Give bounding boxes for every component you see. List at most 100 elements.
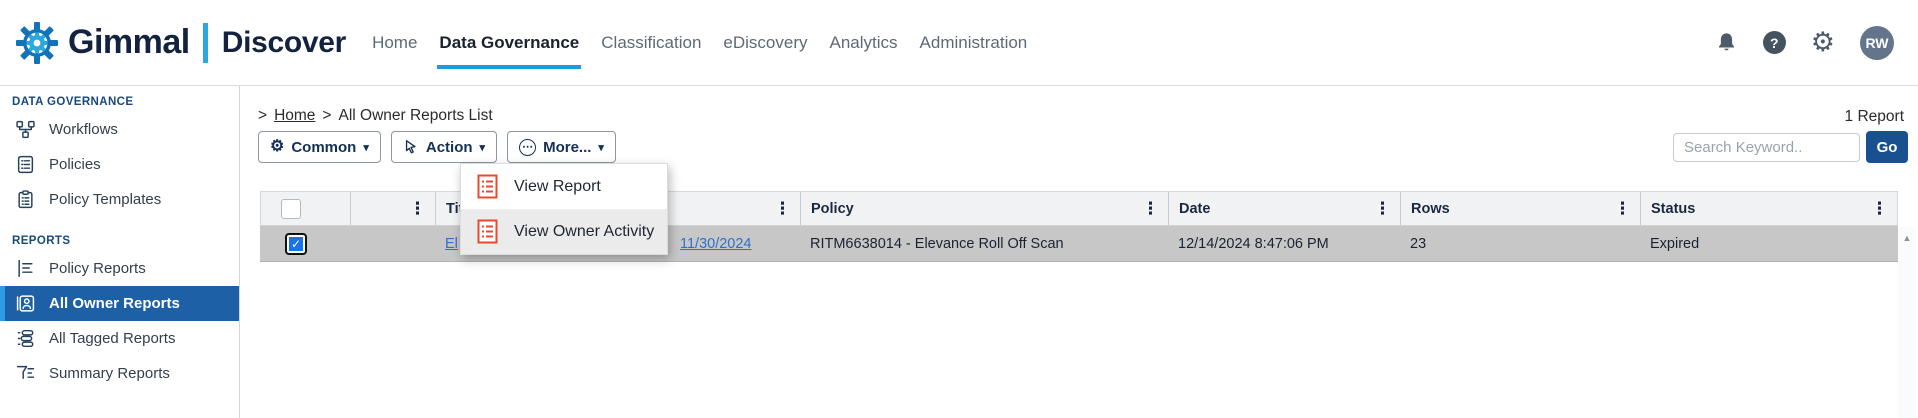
sidebar-item-label: Summary Reports — [49, 365, 170, 382]
search-input[interactable] — [1673, 133, 1860, 162]
cursor-pointer-icon — [403, 139, 419, 155]
row-cell-date: 12/14/2024 8:47:06 PM — [1168, 226, 1400, 261]
chevron-down-icon: ▾ — [363, 141, 369, 154]
gimmal-logo[interactable]: Gimmal Discover — [0, 20, 346, 66]
user-avatar[interactable]: RW — [1860, 26, 1894, 60]
report-count: 1 Report — [1845, 108, 1904, 126]
report-lines-icon — [14, 259, 36, 278]
toolbar: ⚙ Common ▾ Action ▾ ⋯ More... ▾ — [258, 131, 616, 163]
nav-home[interactable]: Home — [372, 29, 417, 57]
owner-card-icon — [14, 294, 36, 313]
select-all-checkbox[interactable] — [281, 199, 301, 219]
more-ellipsis-icon: ⋯ — [519, 139, 536, 156]
top-bar: Gimmal Discover Home Data Governance Cla… — [0, 0, 1918, 86]
menu-item-label: View Owner Activity — [514, 223, 654, 241]
sidebar-item-all-owner-reports[interactable]: All Owner Reports — [0, 286, 239, 321]
column-menu-icon[interactable]: ⋮ — [1871, 199, 1888, 219]
header-cell-policy[interactable]: Policy ⋮ — [801, 192, 1169, 225]
chevron-down-icon: ▾ — [480, 141, 486, 154]
header-cell-date[interactable]: Date ⋮ — [1169, 192, 1401, 225]
chevron-down-icon: ▾ — [598, 141, 604, 154]
check-icon: ✓ — [291, 237, 301, 251]
nav-data-governance[interactable]: Data Governance — [439, 29, 579, 57]
common-button-label: Common — [291, 139, 356, 156]
column-label-status: Status — [1651, 201, 1695, 217]
top-bar-actions: ? ⚙ RW — [1715, 26, 1918, 60]
report-document-icon — [477, 174, 498, 199]
report-title-link[interactable]: El — [445, 236, 458, 252]
help-icon[interactable]: ? — [1763, 31, 1786, 54]
column-label-policy: Policy — [811, 201, 854, 217]
nav-classification[interactable]: Classification — [601, 29, 701, 57]
clipboard-icon — [14, 190, 36, 209]
breadcrumb-separator: > — [258, 107, 267, 125]
header-cell-status[interactable]: Status ⋮ — [1641, 192, 1897, 225]
breadcrumb-separator: > — [322, 107, 331, 125]
go-button[interactable]: Go — [1866, 131, 1908, 163]
breadcrumb: > Home > All Owner Reports List — [258, 107, 493, 125]
notifications-bell-icon[interactable] — [1715, 31, 1738, 54]
nav-ediscovery[interactable]: eDiscovery — [723, 29, 807, 57]
action-dropdown-button[interactable]: Action ▾ — [391, 131, 497, 163]
gear-icon: ⚙ — [270, 139, 284, 155]
nav-analytics[interactable]: Analytics — [830, 29, 898, 57]
sidebar-item-policy-reports[interactable]: Policy Reports — [0, 251, 239, 286]
workflow-icon — [14, 120, 36, 139]
action-button-label: Action — [426, 139, 473, 156]
table-scrollbar[interactable]: ▲ — [1898, 227, 1916, 418]
app-root: Gimmal Discover Home Data Governance Cla… — [0, 0, 1918, 418]
sidebar-item-label: Policy Templates — [49, 191, 161, 208]
menu-item-view-owner-activity[interactable]: View Owner Activity — [461, 209, 667, 254]
search-area: Go — [1673, 131, 1908, 163]
nav-administration[interactable]: Administration — [920, 29, 1028, 57]
row-cell-policy: RITM6638014 - Elevance Roll Off Scan — [800, 226, 1168, 261]
brand-name: Gimmal — [68, 23, 190, 62]
tagged-list-icon — [14, 329, 36, 348]
more-button-label: More... — [543, 139, 591, 156]
column-label-date: Date — [1179, 201, 1210, 217]
column-label-rows: Rows — [1411, 201, 1450, 217]
menu-item-label: View Report — [514, 178, 601, 196]
product-name: Discover — [222, 26, 346, 60]
row-cell-status: Expired — [1640, 226, 1896, 261]
report-title-link[interactable]: 11/30/2024 — [680, 236, 752, 252]
row-cell-blank — [350, 226, 435, 261]
main-content: > Home > All Owner Reports List 1 Report… — [240, 86, 1918, 418]
row-cell-checkbox: ✓ — [260, 226, 350, 261]
sidebar-item-workflows[interactable]: Workflows — [0, 112, 239, 147]
column-menu-icon[interactable]: ⋮ — [1142, 199, 1159, 219]
header-cell-blank: ⋮ — [351, 192, 436, 225]
main-nav: Home Data Governance Classification eDis… — [372, 0, 1027, 85]
column-menu-icon[interactable]: ⋮ — [1374, 199, 1391, 219]
sidebar-item-label: Policies — [49, 156, 101, 173]
sidebar-item-all-tagged-reports[interactable]: All Tagged Reports — [0, 321, 239, 356]
header-cell-checkbox — [261, 192, 351, 225]
sidebar-item-summary-reports[interactable]: Summary Reports — [0, 356, 239, 391]
sidebar-item-label: Policy Reports — [49, 260, 146, 277]
sidebar-section-reports: REPORTS — [0, 229, 239, 251]
sidebar-item-policy-templates[interactable]: Policy Templates — [0, 182, 239, 217]
column-menu-icon[interactable]: ⋮ — [409, 199, 426, 219]
scroll-up-arrow-icon[interactable]: ▲ — [1903, 233, 1912, 243]
sidebar-item-label: All Tagged Reports — [49, 330, 175, 347]
settings-gear-icon[interactable]: ⚙ — [1811, 29, 1835, 56]
header-cell-rows[interactable]: Rows ⋮ — [1401, 192, 1641, 225]
more-dropdown-menu: View Report View Owner Activity — [460, 163, 668, 255]
breadcrumb-current: All Owner Reports List — [338, 107, 492, 125]
policies-list-icon — [14, 155, 36, 174]
report-document-icon — [477, 219, 498, 244]
sidebar-item-label: All Owner Reports — [49, 295, 180, 312]
common-dropdown-button[interactable]: ⚙ Common ▾ — [258, 131, 381, 163]
sidebar-section-data-governance: DATA GOVERNANCE — [0, 90, 239, 112]
more-dropdown-button[interactable]: ⋯ More... ▾ — [507, 131, 616, 163]
row-checkbox-checked[interactable]: ✓ — [287, 235, 305, 253]
breadcrumb-home-link[interactable]: Home — [274, 107, 315, 125]
menu-item-view-report[interactable]: View Report — [461, 164, 667, 209]
sidebar: DATA GOVERNANCE Workflows Policies — [0, 86, 240, 418]
sidebar-item-label: Workflows — [49, 121, 118, 138]
brand-separator — [203, 23, 208, 63]
sidebar-item-policies[interactable]: Policies — [0, 147, 239, 182]
column-menu-icon[interactable]: ⋮ — [774, 199, 791, 219]
column-menu-icon[interactable]: ⋮ — [1614, 199, 1631, 219]
funnel-icon — [14, 364, 36, 383]
